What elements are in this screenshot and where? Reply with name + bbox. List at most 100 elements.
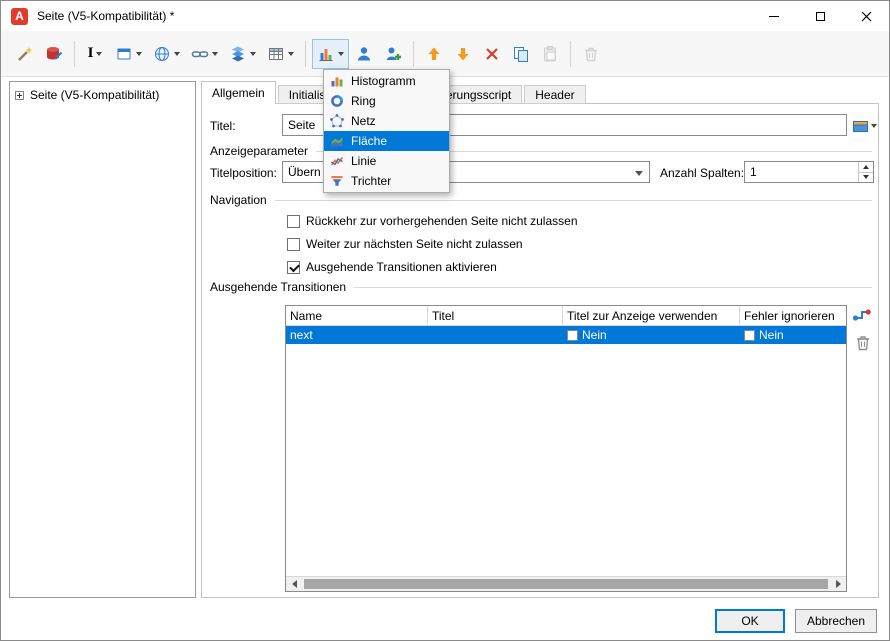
tree-item-label: Seite (V5-Kompatibilität) (30, 88, 160, 102)
chevron-down-icon (288, 51, 294, 56)
magic-wand-button[interactable] (11, 39, 39, 69)
titelposition-value: Übern (288, 165, 321, 179)
toolbar-separator (305, 40, 306, 67)
chevron-down-icon (96, 51, 103, 56)
anzahl-spalten-stepper (744, 161, 874, 183)
group-transitionen-label: Ausgehende Transitionen (210, 280, 347, 294)
cut-button[interactable] (478, 39, 506, 69)
ausgehende-transitionen-checkbox-label: Ausgehende Transitionen aktivieren (306, 260, 497, 274)
app-icon: A (11, 7, 28, 25)
menu-item-histogramm[interactable]: Histogramm (324, 71, 449, 91)
insert-control-button[interactable] (110, 39, 147, 69)
ok-button[interactable]: OK (715, 609, 785, 633)
person-button[interactable] (350, 39, 378, 69)
column-header-titel-anzeige[interactable]: Titel zur Anzeige verwenden (563, 306, 740, 325)
move-down-button[interactable] (449, 39, 477, 69)
toolbar-separator (413, 40, 414, 67)
weiter-checkbox[interactable] (287, 237, 300, 251)
cancel-button[interactable]: Abbrechen (795, 609, 877, 633)
toolbar-separator (74, 40, 75, 67)
close-button[interactable] (843, 1, 889, 31)
menu-item-flaeche[interactable]: Fläche (324, 131, 449, 151)
anzahl-spalten-input[interactable] (745, 162, 858, 182)
tab-allgemein[interactable]: Allgemein (201, 81, 276, 104)
menu-item-ring[interactable]: Ring (324, 91, 449, 111)
spinner-down-button[interactable] (859, 171, 873, 183)
table-grid-icon (269, 47, 283, 60)
radar-chart-icon (330, 114, 344, 128)
delete-transition-button[interactable] (853, 332, 873, 352)
tab-header[interactable]: Header (524, 85, 586, 104)
scroll-left-button[interactable] (286, 577, 302, 591)
globe-button[interactable] (148, 39, 185, 69)
minimize-button[interactable] (751, 1, 797, 31)
left-arrow-icon (291, 580, 297, 588)
cell-name: next (290, 328, 313, 342)
column-header-titel[interactable]: Titel (428, 306, 563, 325)
titel-label: Titel: (210, 119, 236, 133)
titelposition-label: Titelposition: (210, 166, 277, 180)
group-rule (274, 200, 872, 201)
copy-icon (514, 46, 528, 62)
checkbox-row-rueckkehr: Rückkehr zur vorhergehenden Seite nicht … (287, 214, 578, 228)
magic-wand-icon (18, 46, 33, 61)
funnel-chart-icon (331, 176, 343, 186)
menu-item-netz[interactable]: Netz (324, 111, 449, 131)
titel-anzeige-checkbox[interactable] (567, 329, 578, 341)
add-transition-button[interactable] (852, 304, 872, 324)
tree-item-root[interactable]: Seite (V5-Kompatibilität) (10, 82, 195, 108)
move-up-button[interactable] (420, 39, 448, 69)
anzahl-spalten-label: Anzahl Spalten: (660, 166, 745, 180)
chart-button[interactable] (312, 38, 349, 69)
table-row[interactable]: next Nein Nein (286, 326, 846, 344)
insert-table-button[interactable] (262, 39, 299, 69)
scrollbar-thumb[interactable] (304, 579, 828, 589)
up-arrow-icon (863, 164, 869, 169)
group-anzeigeparameter-label: Anzeigeparameter (210, 144, 309, 158)
link-icon (191, 50, 209, 57)
rueckkehr-checkbox-label: Rückkehr zur vorhergehenden Seite nicht … (306, 214, 578, 228)
bar-chart-icon (319, 48, 333, 61)
database-edit-button[interactable] (40, 39, 68, 69)
chevron-down-icon (871, 124, 877, 128)
group-anzeigeparameter: Anzeigeparameter (210, 144, 872, 158)
checkbox-row-ausgehende: Ausgehende Transitionen aktivieren (287, 260, 497, 274)
menu-item-trichter[interactable]: Trichter (324, 171, 449, 191)
cut-icon (486, 47, 498, 60)
copy-button[interactable] (507, 39, 535, 69)
ausgehende-transitionen-checkbox[interactable] (287, 260, 300, 274)
cancel-button-label: Abbrechen (806, 614, 866, 628)
scroll-right-button[interactable] (830, 577, 846, 591)
maximize-icon (815, 11, 825, 21)
fehler-ignorieren-checkbox[interactable] (744, 329, 755, 341)
layers-icon (232, 46, 244, 61)
weiter-checkbox-label: Weiter zur nächsten Seite nicht zulassen (306, 237, 523, 251)
window-title: Seite (V5-Kompatibilität) * (37, 9, 175, 23)
horizontal-scrollbar[interactable] (286, 576, 846, 591)
layers-button[interactable] (224, 39, 261, 69)
column-header-fehler[interactable]: Fehler ignorieren (740, 306, 846, 325)
link-button[interactable] (186, 39, 223, 69)
rueckkehr-checkbox[interactable] (287, 214, 300, 228)
chevron-down-icon (250, 51, 256, 56)
ok-button-label: OK (741, 614, 759, 628)
chart-type-menu: Histogramm Ring Netz Fläche Linie Tricht… (323, 69, 450, 193)
group-navigation: Navigation (210, 193, 872, 207)
toolbar-separator (570, 40, 571, 67)
chevron-down-icon (212, 51, 218, 56)
tree-panel: Seite (V5-Kompatibilität) (9, 81, 196, 598)
paste-button[interactable] (536, 39, 564, 69)
insert-field-button[interactable]: I (81, 39, 109, 69)
text-field-icon: I (87, 45, 94, 61)
titel-options-button[interactable] (851, 116, 879, 136)
maximize-button[interactable] (797, 1, 843, 31)
tree-expander-icon[interactable] (15, 90, 24, 100)
histogram-icon (331, 77, 343, 87)
column-header-name[interactable]: Name (286, 306, 428, 325)
person-icon (358, 46, 370, 60)
delete-button[interactable] (577, 39, 605, 69)
person-add-button[interactable] (379, 39, 407, 69)
down-arrow-icon (863, 175, 869, 180)
menu-item-linie[interactable]: Linie (324, 151, 449, 171)
spinner-up-button[interactable] (859, 162, 873, 172)
